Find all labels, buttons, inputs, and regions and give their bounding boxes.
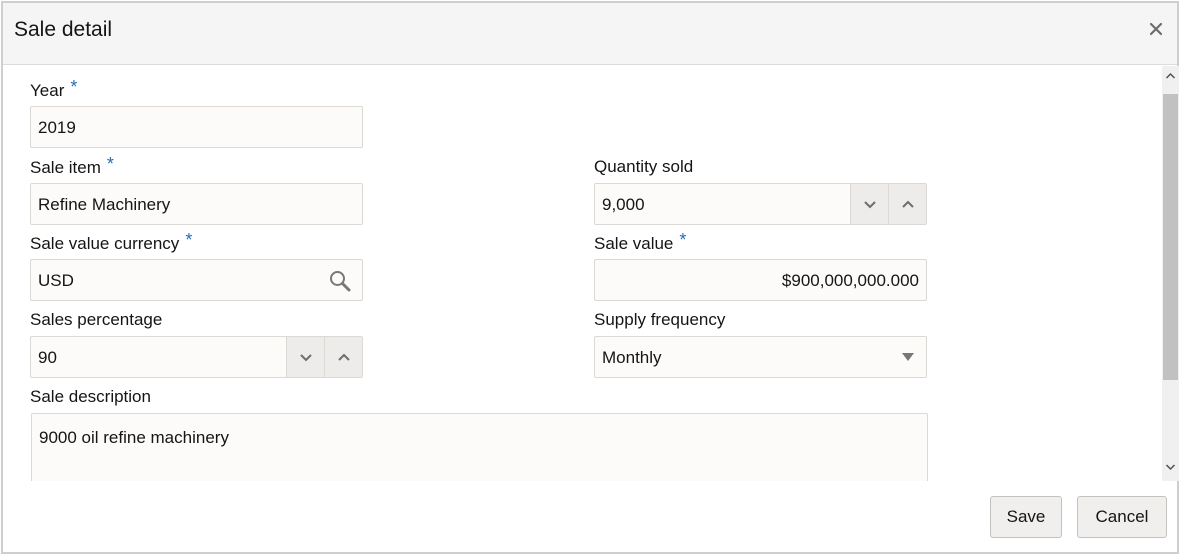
sale-item-input[interactable]: Refine Machinery xyxy=(30,183,363,225)
sale-item-label: Sale item * xyxy=(30,154,114,177)
chevron-down-icon xyxy=(299,353,312,361)
scroll-down-icon[interactable] xyxy=(1165,462,1176,472)
sale-description-label: Sale description xyxy=(30,387,151,406)
scrollbar-thumb[interactable] xyxy=(1163,94,1178,380)
decrement-button[interactable] xyxy=(850,184,888,224)
chevron-down-icon xyxy=(863,200,876,208)
dialog-body: Year * 2019 Sale item * Refine Machinery Q… xyxy=(3,66,1162,481)
sale-description-value: 9000 oil refine machinery xyxy=(39,428,229,447)
close-icon[interactable] xyxy=(1147,20,1165,38)
quantity-sold-stepper[interactable]: 9,000 xyxy=(594,183,927,225)
vertical-scrollbar[interactable] xyxy=(1162,66,1179,481)
decrement-button[interactable] xyxy=(286,337,324,377)
increment-button[interactable] xyxy=(324,337,362,377)
supply-frequency-select[interactable]: Monthly xyxy=(594,336,927,378)
quantity-sold-label: Quantity sold xyxy=(594,157,694,176)
sales-percentage-stepper[interactable]: 90 xyxy=(30,336,363,378)
search-icon[interactable] xyxy=(328,269,352,293)
sale-value-input[interactable]: $900,000,000.000 xyxy=(594,259,927,301)
increment-button[interactable] xyxy=(888,184,926,224)
sale-value-label: Sale value * xyxy=(594,230,687,253)
supply-frequency-value: Monthly xyxy=(602,348,662,367)
chevron-up-icon xyxy=(901,200,914,208)
scroll-up-icon[interactable] xyxy=(1165,71,1176,81)
sale-value-currency-input[interactable]: USD xyxy=(30,259,363,301)
required-marker: * xyxy=(106,154,114,174)
save-button[interactable]: Save xyxy=(990,496,1062,538)
sales-percentage-value: 90 xyxy=(38,348,57,367)
required-marker: * xyxy=(185,230,193,250)
dialog-header: Sale detail xyxy=(3,3,1177,65)
chevron-up-icon xyxy=(337,353,350,361)
quantity-sold-value: 9,000 xyxy=(602,195,645,214)
sale-item-value: Refine Machinery xyxy=(38,195,171,214)
sale-value-currency-label: Sale value currency * xyxy=(30,230,193,253)
required-marker: * xyxy=(679,230,687,250)
required-marker: * xyxy=(70,77,78,97)
sales-percentage-label: Sales percentage xyxy=(30,310,163,329)
sale-detail-dialog: Sale detail Year * 2019 Sale item * Refine… xyxy=(1,1,1179,554)
sale-description-textarea[interactable]: 9000 oil refine machinery xyxy=(31,413,928,481)
year-input[interactable]: 2019 xyxy=(30,106,363,148)
caret-down-icon xyxy=(902,353,914,361)
year-label: Year * xyxy=(30,77,78,100)
currency-value: USD xyxy=(38,271,74,290)
sale-value-amount: $900,000,000.000 xyxy=(781,271,919,290)
cancel-button[interactable]: Cancel xyxy=(1077,496,1167,538)
year-value: 2019 xyxy=(38,118,76,137)
dialog-title: Sale detail xyxy=(14,18,113,41)
supply-frequency-label: Supply frequency xyxy=(594,310,726,329)
